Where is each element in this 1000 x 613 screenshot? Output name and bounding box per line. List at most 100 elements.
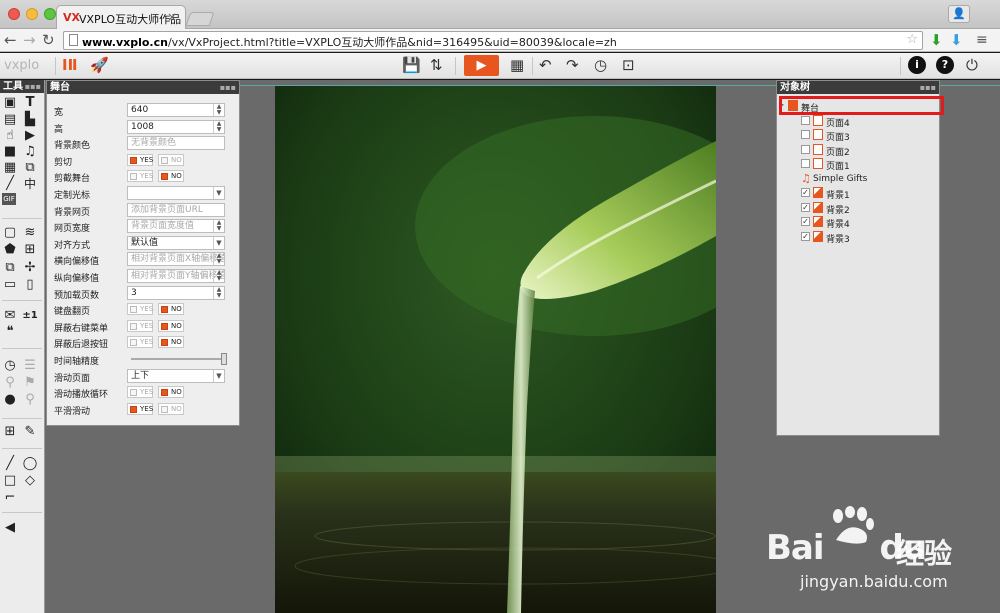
tree-checkbox[interactable]: ✓: [801, 217, 810, 226]
frame-tool-icon[interactable]: ▢: [2, 225, 18, 241]
speaker-tool-icon[interactable]: ◀: [2, 520, 18, 536]
stage-panel-header[interactable]: 舞台 ▪▪▪: [47, 81, 239, 94]
stepper-arrows-icon[interactable]: ▲ ▼: [213, 270, 224, 282]
download-extension-icon[interactable]: ⬇: [930, 31, 943, 49]
tree-checkbox[interactable]: [801, 159, 810, 168]
document-tool-icon[interactable]: ▤: [2, 112, 18, 128]
back-arrow-icon[interactable]: ←: [4, 31, 17, 49]
stepper-arrows-icon[interactable]: ▲ ▼: [213, 286, 224, 299]
layer-tool-icon[interactable]: ⧉: [22, 160, 38, 176]
new-tab-button[interactable]: [185, 12, 215, 26]
tools-panel-header[interactable]: 工具 ▪▪▪: [0, 80, 44, 93]
stage-prop-input[interactable]: 背景页面宽度值 ▲ ▼: [127, 219, 225, 234]
yes-toggle[interactable]: YES: [127, 170, 153, 183]
timeline-precision-slider-track[interactable]: [131, 358, 223, 360]
stepper-arrows-icon[interactable]: ▲ ▼: [213, 220, 224, 233]
stage-prop-input[interactable]: 无背景颜色: [127, 136, 225, 151]
object-tree-header[interactable]: 对象树 ▪▪▪: [777, 81, 939, 94]
copy-tool-icon[interactable]: ⧉: [2, 260, 18, 276]
stage-prop-input[interactable]: 相对背景页面X轴偏移值 ▲ ▼: [127, 252, 225, 267]
quote-tool-icon[interactable]: ❝: [2, 324, 18, 340]
tree-item-image[interactable]: ✓ 背景2: [777, 201, 939, 216]
yes-toggle[interactable]: YES: [127, 402, 153, 415]
grid-tool-icon[interactable]: ⊞: [22, 242, 38, 258]
video-tool-icon[interactable]: ■: [2, 144, 18, 160]
export-icon[interactable]: ⇅: [430, 56, 443, 74]
screenshot-icon[interactable]: ⊡: [622, 56, 635, 74]
stepper-arrows-icon[interactable]: ▲ ▼: [213, 253, 224, 266]
cloud-extension-icon[interactable]: ⬇: [950, 31, 963, 49]
gif-tool-icon[interactable]: GIF: [2, 193, 16, 205]
image-tool-icon[interactable]: ▣: [2, 95, 18, 111]
media-tool-icon[interactable]: ▶: [22, 128, 38, 144]
yes-toggle[interactable]: YES: [127, 319, 153, 332]
tree-item-page[interactable]: 页面2: [777, 143, 939, 158]
stage-prop-input[interactable]: 相对背景页面Y轴偏移值 ▲ ▼: [127, 269, 225, 283]
stage-canvas[interactable]: [275, 86, 716, 613]
brush-tool-icon[interactable]: ╱: [2, 176, 18, 192]
panel-grip-icon[interactable]: ▪▪▪: [220, 81, 236, 94]
timer-tool-icon[interactable]: ◷: [2, 358, 18, 374]
yes-toggle[interactable]: YES: [127, 336, 153, 349]
stage-prop-select[interactable]: 默认值 ▼: [127, 235, 225, 250]
timeline-precision-slider-thumb[interactable]: [221, 353, 227, 365]
close-window-button[interactable]: [8, 8, 20, 20]
plus-one-tool-icon[interactable]: ±1: [22, 308, 38, 324]
yes-toggle[interactable]: YES: [127, 386, 153, 399]
stage-prop-select[interactable]: 上下 ▼: [127, 368, 225, 383]
screen-tool-icon[interactable]: ▭: [2, 277, 18, 293]
reload-icon[interactable]: ↻: [42, 31, 55, 49]
no-toggle[interactable]: NO: [158, 336, 184, 349]
help-icon[interactable]: ?: [936, 56, 954, 74]
diamond-tool-icon[interactable]: ◇: [22, 473, 38, 489]
history-icon[interactable]: ◷: [594, 56, 607, 74]
tree-item-music[interactable]: ♫ Simple Gifts: [777, 172, 939, 186]
yes-toggle[interactable]: YES: [127, 153, 153, 166]
music-tool-icon[interactable]: ♫: [22, 144, 38, 160]
qrcode-tool-icon[interactable]: ▦: [2, 160, 18, 176]
tree-item-image[interactable]: ✓ 背景4: [777, 215, 939, 230]
no-toggle[interactable]: NO: [158, 402, 184, 415]
chevron-down-icon[interactable]: ▼: [213, 187, 224, 199]
text-tool-icon[interactable]: T: [22, 95, 38, 111]
edit-tool-icon[interactable]: ✎: [22, 424, 38, 440]
tree-checkbox[interactable]: ✓: [801, 188, 810, 197]
tree-checkbox[interactable]: [801, 115, 810, 125]
panel-grip-icon[interactable]: ▪▪▪: [920, 81, 936, 94]
layers-tool-icon[interactable]: ≋: [22, 225, 38, 241]
redo-icon[interactable]: ↷: [566, 56, 579, 74]
wand-tool-icon[interactable]: ⚑: [22, 375, 38, 391]
path-tool-icon[interactable]: ⌐: [2, 490, 18, 506]
yes-toggle[interactable]: YES: [127, 303, 153, 316]
zoom-window-button[interactable]: [44, 8, 56, 20]
forward-arrow-icon[interactable]: →: [23, 31, 36, 49]
bookmark-star-icon[interactable]: ☆: [906, 32, 918, 47]
stepper-arrows-icon[interactable]: ▲ ▼: [213, 120, 224, 133]
stage-prop-input[interactable]: 3 ▲ ▼: [127, 285, 225, 300]
no-toggle[interactable]: NO: [158, 170, 184, 183]
preview-play-button[interactable]: ▶: [464, 55, 499, 76]
no-toggle[interactable]: NO: [158, 319, 184, 332]
tree-checkbox[interactable]: ✓: [801, 202, 810, 212]
chevron-down-icon[interactable]: ▼: [213, 236, 224, 249]
power-logout-icon[interactable]: ⏻: [966, 56, 978, 74]
ellipse-tool-icon[interactable]: ◯: [22, 456, 38, 472]
info-icon[interactable]: i: [908, 56, 926, 74]
hand-tool-icon[interactable]: ☝: [2, 128, 18, 144]
tree-item-image[interactable]: ✓ 背景1: [777, 186, 939, 201]
stage-prop-select[interactable]: ▼: [127, 186, 225, 200]
browser-tab[interactable]: VX VXPLO互动大师作品 ×: [56, 5, 186, 29]
panel-grip-icon[interactable]: ▪▪▪: [25, 80, 41, 93]
stage-prop-input[interactable]: 添加背景页面URL: [127, 202, 225, 217]
tree-item-page[interactable]: 页面4: [777, 114, 939, 129]
rectangle-tool-icon[interactable]: □: [2, 473, 18, 489]
undo-icon[interactable]: ↶: [539, 56, 552, 74]
tree-checkbox[interactable]: [801, 144, 810, 154]
stepper-arrows-icon[interactable]: ▲ ▼: [213, 104, 224, 116]
stage-prop-input[interactable]: 1008 ▲ ▼: [127, 119, 225, 134]
file-tool-icon[interactable]: ▙: [22, 112, 38, 128]
stage-prop-input[interactable]: 640 ▲ ▼: [127, 103, 225, 117]
no-toggle[interactable]: NO: [158, 386, 184, 399]
address-bar[interactable]: www.vxplo.cn/vx/VxProject.html?title=VXP…: [63, 31, 923, 50]
table-tool-icon[interactable]: ⊞: [2, 424, 18, 440]
